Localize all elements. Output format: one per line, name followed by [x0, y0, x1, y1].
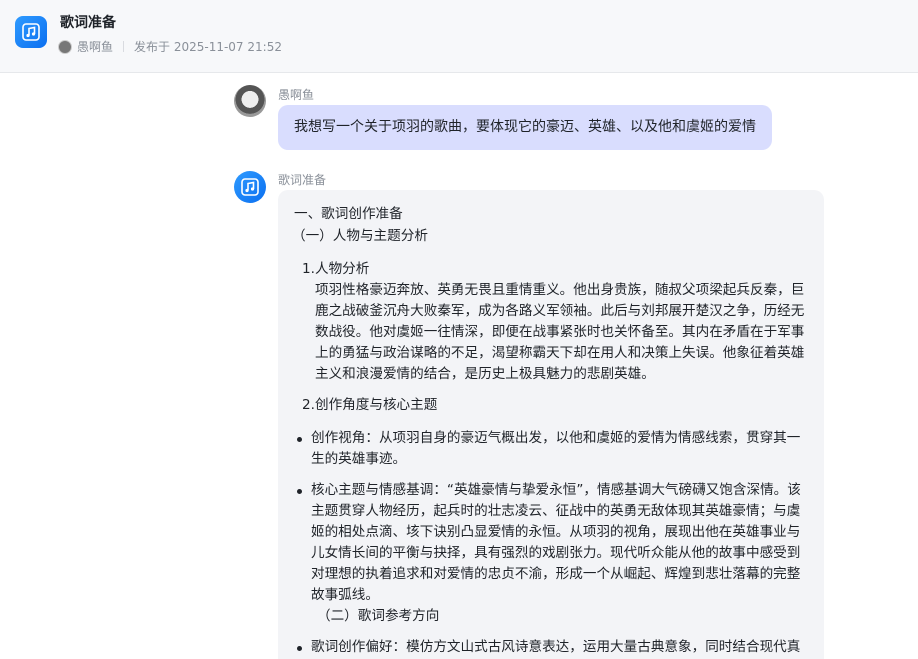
chat-header: 歌词准备 愚啊鱼 发布于 2025-11-07 21:52 — [0, 0, 918, 73]
user-sender-name: 愚啊鱼 — [278, 88, 315, 102]
app-logo — [15, 16, 47, 48]
bot-sender-name: 歌词准备 — [278, 173, 327, 187]
item-title: 创作角度与核心主题 — [315, 397, 438, 413]
item-title: 人物分析 — [315, 261, 370, 277]
page-title: 歌词准备 — [60, 15, 116, 31]
music-note-icon — [22, 23, 40, 41]
user-message-bubble: 我想写一个关于项羽的歌曲，要体现它的豪迈、英雄、以及他和虞姬的爱情 — [278, 105, 772, 150]
divider — [123, 41, 125, 52]
item-number: 2. — [302, 397, 315, 413]
item-number: 1. — [302, 261, 315, 277]
author-name[interactable]: 愚啊鱼 — [77, 38, 113, 55]
subsection-heading: （二）歌词参考方向 — [317, 608, 440, 624]
author-avatar — [58, 39, 72, 54]
bullet-list: 歌词创作偏好：模仿方文山式古风诗意表达，运用大量古典意象，同时结合现代真实的情感… — [294, 637, 808, 659]
item-paragraph: 项羽性格豪迈奔放、英勇无畏且重情重义。他出身贵族，随叔父项梁起兵反秦，巨鹿之战破… — [315, 282, 805, 382]
subsection-heading: （一）人物与主题分析 — [292, 228, 428, 244]
numbered-item: 1. 人物分析 — [294, 259, 808, 280]
list-item: 创作视角：从项羽自身的豪迈气概出发，以他和虞姬的爱情为情感线索，贯穿其一生的英雄… — [294, 428, 808, 470]
publish-time: 发布于 2025-11-07 21:52 — [134, 40, 282, 54]
list-item: 歌词创作偏好：模仿方文山式古风诗意表达，运用大量古典意象，同时结合现代真实的情感… — [294, 637, 808, 659]
bot-avatar — [234, 171, 266, 203]
list-item: 核心主题与情感基调：“英雄豪情与挚爱永恒”，情感基调大气磅礴又饱含深情。该主题贯… — [294, 480, 808, 627]
numbered-item: 2. 创作角度与核心主题 — [294, 395, 808, 416]
bot-message-bubble: 一、歌词创作准备 （一）人物与主题分析 1. 人物分析 项羽性格豪迈奔放、英勇无… — [278, 190, 824, 659]
post-meta: 愚啊鱼 发布于 2025-11-07 21:52 — [58, 38, 282, 55]
section-heading: 一、歌词创作准备 — [294, 206, 403, 222]
bullet-list: 创作视角：从项羽自身的豪迈气概出发，以他和虞姬的爱情为情感线索，贯穿其一生的英雄… — [294, 428, 808, 627]
list-item-text: 核心主题与情感基调：“英雄豪情与挚爱永恒”，情感基调大气磅礴又饱含深情。该主题贯… — [311, 482, 801, 603]
user-avatar[interactable] — [234, 85, 266, 117]
music-note-icon — [241, 178, 259, 196]
